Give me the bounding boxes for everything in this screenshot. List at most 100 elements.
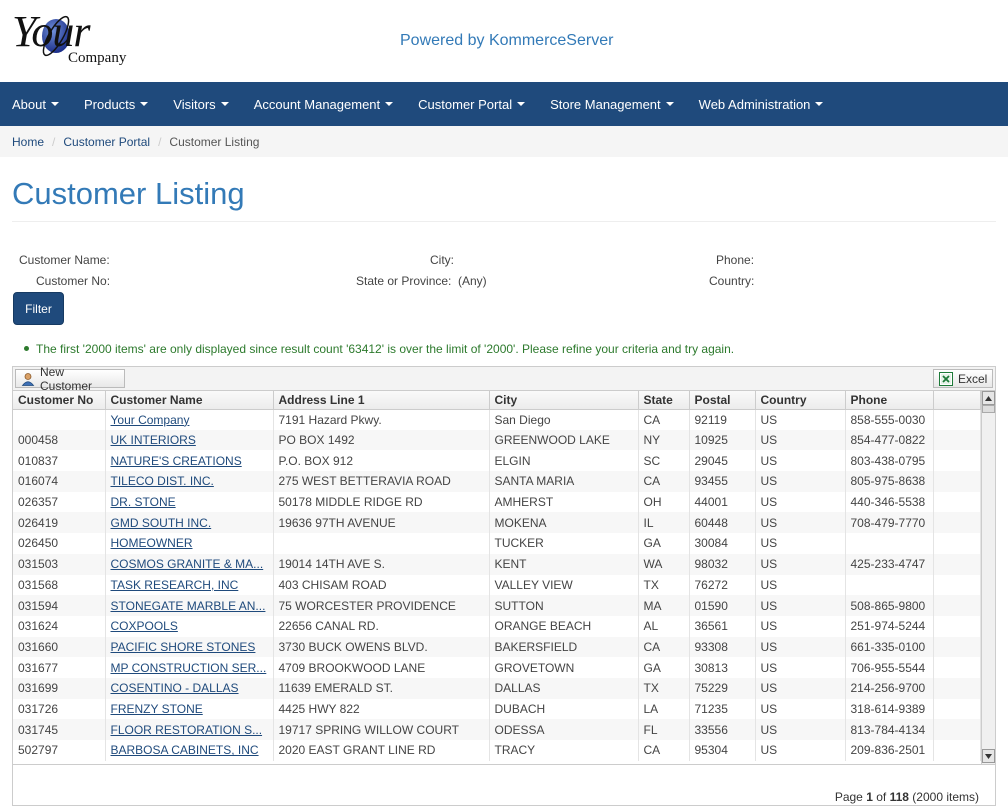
cell-customer-no: 031699 [13, 677, 106, 699]
cell-phone [845, 574, 934, 596]
cell-city: DALLAS [489, 677, 639, 699]
customer-name-link[interactable]: FLOOR RESTORATION S... [111, 723, 263, 737]
table-row[interactable]: 031624 COXPOOLS 22656 CANAL RD. ORANGE BEAC… [13, 615, 981, 637]
table-row[interactable]: Your Company 7191 Hazard Pkwy. San Diego CA… [13, 409, 981, 430]
col-city[interactable]: City [489, 391, 639, 410]
caret-down-icon [220, 102, 229, 106]
col-state[interactable]: State [638, 391, 690, 410]
col-country[interactable]: Country [755, 391, 846, 410]
customer-name-link[interactable]: TASK RESEARCH, INC [111, 578, 239, 592]
pager-items-count: (2000 items) [912, 790, 979, 804]
page-title: Customer Listing [12, 176, 245, 211]
col-address[interactable]: Address Line 1 [273, 391, 490, 410]
table-row[interactable]: 026357 DR. STONE 50178 MIDDLE RIDGE RD AMHE… [13, 491, 981, 513]
cell-postal: 30813 [689, 657, 756, 678]
cell-customer-name: DR. STONE [105, 491, 274, 513]
table-row[interactable]: 031699 COSENTINO - DALLAS 11639 EMERALD ST… [13, 677, 981, 699]
nav-products-label: Products [83, 96, 136, 112]
result-limit-notice: The first '2000 items' are only displaye… [36, 342, 735, 356]
site-header: Your Company Powered by KommerceServer [0, 0, 1008, 82]
cell-customer-name: TILECO DIST. INC. [105, 471, 274, 492]
cell-customer-no: 031594 [13, 595, 106, 616]
customer-name-link[interactable]: COSMOS GRANITE & MA... [111, 557, 264, 571]
table-row[interactable]: 502797 BARBOSA CABINETS, INC 2020 EAST GRA… [13, 740, 981, 761]
customer-name-link[interactable]: COXPOOLS [111, 619, 178, 633]
customer-name-link[interactable]: TILECO DIST. INC. [111, 474, 214, 488]
cell-customer-name: FLOOR RESTORATION S... [105, 719, 274, 740]
cell-state: CA [638, 409, 690, 430]
col-postal[interactable]: Postal [689, 391, 756, 410]
cell-state: CA [638, 471, 690, 492]
company-logo[interactable]: Your Company [10, 7, 140, 72]
customer-name-link[interactable]: PACIFIC SHORE STONES [111, 640, 256, 654]
cell-customer-name: UK INTERIORS [105, 429, 274, 451]
nav-about[interactable]: About [0, 82, 72, 126]
cell-address: PO BOX 1492 [273, 429, 490, 451]
customer-name-link[interactable]: NATURE'S CREATIONS [111, 454, 242, 468]
cell-state: IL [638, 512, 690, 534]
table-row[interactable]: 000458 UK INTERIORS PO BOX 1492 GREENWOOD L… [13, 429, 981, 451]
cell-phone: 214-256-9700 [845, 677, 934, 699]
nav-customer-portal[interactable]: Customer Portal [406, 82, 538, 126]
cell-filler [933, 636, 981, 658]
cell-address: 4425 HWY 822 [273, 698, 490, 720]
nav-account-management[interactable]: Account Management [242, 82, 406, 126]
table-row[interactable]: 031745 FLOOR RESTORATION S... 19717 SPRING… [13, 719, 981, 740]
excel-export-button[interactable]: Excel [933, 369, 993, 388]
breadcrumb-home[interactable]: Home [12, 135, 44, 149]
customer-name-link[interactable]: DR. STONE [111, 495, 176, 509]
state-select[interactable]: (Any) [458, 274, 487, 288]
customer-name-link[interactable]: Your Company [111, 413, 190, 427]
table-row[interactable]: 031726 FRENZY STONE 4425 HWY 822 DUBACH LA 71… [13, 698, 981, 720]
main-navbar: About Products Visitors Account Manageme… [0, 82, 1008, 126]
cell-customer-no: 031677 [13, 657, 106, 678]
customer-name-link[interactable]: COSENTINO - DALLAS [111, 681, 239, 695]
customer-name-link[interactable]: FRENZY STONE [111, 702, 203, 716]
table-row[interactable]: 031568 TASK RESEARCH, INC 403 CHISAM ROAD V… [13, 574, 981, 596]
caret-down-icon [50, 102, 59, 106]
cell-customer-no: 010837 [13, 450, 106, 472]
pager-total-pages: 118 [889, 790, 909, 804]
cell-country: US [755, 471, 846, 492]
col-customer-no[interactable]: Customer No [13, 391, 106, 410]
customer-name-link[interactable]: MP CONSTRUCTION SER... [111, 661, 267, 675]
table-row[interactable]: 031594 STONEGATE MARBLE AN... 75 WORCESTER… [13, 595, 981, 616]
customer-name-link[interactable]: BARBOSA CABINETS, INC [111, 743, 259, 757]
col-customer-name[interactable]: Customer Name [105, 391, 274, 410]
cell-customer-no: 031745 [13, 719, 106, 740]
scroll-up-button[interactable] [982, 391, 995, 405]
cell-country: US [755, 740, 846, 761]
customer-name-link[interactable]: GMD SOUTH INC. [111, 516, 212, 530]
cell-country: US [755, 409, 846, 430]
cell-customer-no: 026419 [13, 512, 106, 534]
cell-city: ORANGE BEACH [489, 615, 639, 637]
cell-postal: 10925 [689, 429, 756, 451]
breadcrumb-customer-portal[interactable]: Customer Portal [63, 135, 150, 149]
table-row[interactable]: 031660 PACIFIC SHORE STONES 3730 BUCK OWEN… [13, 636, 981, 658]
customer-name-link[interactable]: HOMEOWNER [111, 536, 193, 550]
new-customer-button[interactable]: New Customer [15, 365, 125, 393]
nav-store-management[interactable]: Store Management [538, 82, 687, 126]
scroll-down-button[interactable] [982, 749, 995, 763]
phone-label: Phone: [716, 253, 755, 267]
cell-address: P.O. BOX 912 [273, 450, 490, 472]
table-row[interactable]: 031677 MP CONSTRUCTION SER... 4709 BROOKWO… [13, 657, 981, 678]
cell-state: LA [638, 698, 690, 720]
nav-visitors[interactable]: Visitors [161, 82, 241, 126]
customer-name-link[interactable]: STONEGATE MARBLE AN... [111, 599, 266, 613]
filter-button[interactable]: Filter [13, 292, 64, 325]
table-row[interactable]: 010837 NATURE'S CREATIONS P.O. BOX 912 ELGI… [13, 450, 981, 472]
nav-products[interactable]: Products [72, 82, 161, 126]
table-row[interactable]: 031503 COSMOS GRANITE & MA... 19014 14TH A… [13, 553, 981, 575]
cell-city: DUBACH [489, 698, 639, 720]
cell-state: FL [638, 719, 690, 740]
table-row[interactable]: 026450 HOMEOWNER TUCKER GA 30084 US [13, 533, 981, 554]
table-row[interactable]: 026419 GMD SOUTH INC. 19636 97TH AVENUE MOK… [13, 512, 981, 534]
nav-web-administration[interactable]: Web Administration [687, 82, 837, 126]
table-row[interactable]: 016074 TILECO DIST. INC. 275 WEST BETTERAV… [13, 471, 981, 492]
col-phone[interactable]: Phone [845, 391, 934, 410]
grid-scrollbar[interactable] [981, 391, 995, 764]
customer-name-link[interactable]: UK INTERIORS [111, 433, 196, 447]
scroll-thumb[interactable] [982, 405, 995, 413]
cell-address: 2020 EAST GRANT LINE RD [273, 740, 490, 761]
